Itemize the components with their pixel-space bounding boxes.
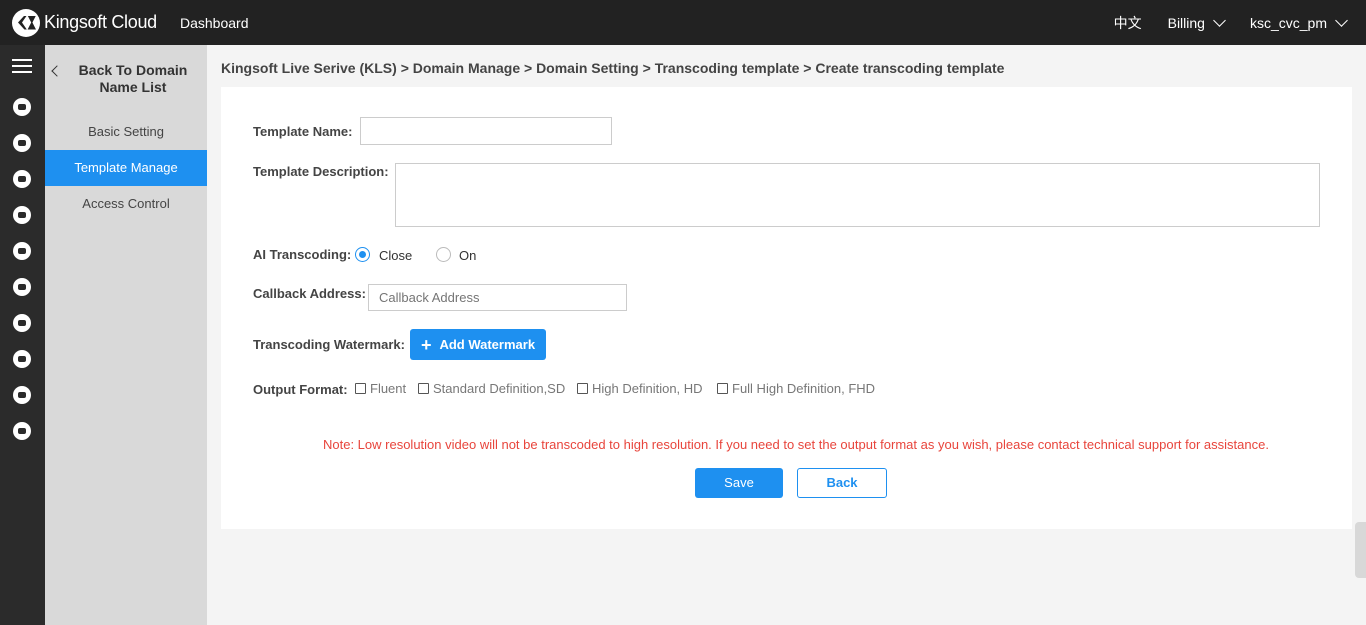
add-watermark-button[interactable]: + Add Watermark	[410, 329, 546, 360]
save-button[interactable]: Save	[695, 468, 783, 498]
callback-address-label: Callback Address:	[253, 286, 366, 301]
hd-checkbox[interactable]	[577, 383, 588, 394]
ai-transcoding-label: AI Transcoding:	[253, 247, 352, 262]
back-button[interactable]: Back	[797, 468, 887, 498]
template-description-textarea[interactable]	[395, 163, 1320, 227]
billing-menu[interactable]: Billing	[1167, 13, 1226, 31]
plus-icon: +	[420, 334, 432, 355]
add-watermark-label: Add Watermark	[439, 337, 536, 352]
ai-on-label: On	[459, 248, 477, 263]
chevron-down-icon	[1335, 13, 1348, 27]
template-name-label: Template Name:	[253, 124, 353, 139]
billing-label: Billing	[1167, 14, 1205, 31]
output-format-label: Output Format:	[253, 382, 348, 397]
language-switch[interactable]: 中文	[1114, 13, 1142, 33]
ai-close-label: Close	[379, 248, 413, 263]
callback-address-input[interactable]	[368, 284, 627, 311]
stack-icon[interactable]	[13, 350, 31, 368]
fhd-checkbox[interactable]	[717, 383, 728, 394]
back-link-label: Back To Domain Name List	[78, 62, 188, 95]
sidebar-item-template-manage[interactable]: Template Manage	[45, 150, 207, 186]
user-menu[interactable]: ksc_cvc_pm	[1249, 13, 1348, 31]
dashboard-link[interactable]: Dashboard	[180, 15, 249, 31]
share-icon[interactable]	[13, 278, 31, 296]
sidebar-item-basic-setting[interactable]: Basic Setting	[45, 114, 207, 150]
resolution-note: Note: Low resolution video will not be t…	[323, 437, 1269, 452]
ai-close-radio[interactable]	[355, 247, 370, 262]
hd-label: High Definition, HD	[592, 381, 703, 396]
language-label: 中文	[1113, 14, 1142, 31]
form-panel: Template Name: Template Description: AI …	[221, 87, 1352, 529]
user-label: ksc_cvc_pm	[1249, 14, 1327, 31]
transcoding-watermark-label: Transcoding Watermark:	[253, 337, 405, 352]
upload-cloud-icon[interactable]	[13, 386, 31, 404]
storage-icon[interactable]	[13, 314, 31, 332]
back-to-domain-list-link[interactable]: Back To Domain Name List	[45, 45, 207, 114]
ai-on-radio[interactable]	[436, 247, 451, 262]
monitor-icon[interactable]	[13, 242, 31, 260]
cloud-icon[interactable]	[13, 98, 31, 116]
server-icon[interactable]	[13, 134, 31, 152]
logo-text: Kingsoft Cloud	[44, 12, 157, 32]
menu-icon[interactable]	[12, 59, 32, 73]
breadcrumb: Kingsoft Live Serive (KLS) > Domain Mana…	[221, 60, 1005, 76]
database-icon[interactable]	[13, 206, 31, 224]
kingsoft-logo-icon	[12, 8, 40, 37]
list-icon[interactable]	[13, 422, 31, 440]
chevron-down-icon	[1213, 13, 1226, 27]
scroll-handle[interactable]	[1355, 522, 1366, 578]
network-icon[interactable]	[13, 170, 31, 188]
template-description-label: Template Description:	[253, 164, 389, 179]
fluent-checkbox[interactable]	[355, 383, 366, 394]
sd-label: Standard Definition,SD	[433, 381, 566, 396]
fhd-label: Full High Definition, FHD	[732, 381, 876, 396]
sub-sidebar: Back To Domain Name List Basic Setting T…	[45, 45, 207, 625]
logo[interactable]: Kingsoft Cloud	[12, 8, 170, 37]
icon-rail	[0, 45, 45, 625]
fluent-label: Fluent	[370, 381, 407, 396]
sd-checkbox[interactable]	[418, 383, 429, 394]
top-bar: Kingsoft Cloud Dashboard 中文 Billing ksc_…	[0, 0, 1366, 45]
sidebar-item-access-control[interactable]: Access Control	[45, 186, 207, 222]
template-name-input[interactable]	[360, 117, 612, 145]
